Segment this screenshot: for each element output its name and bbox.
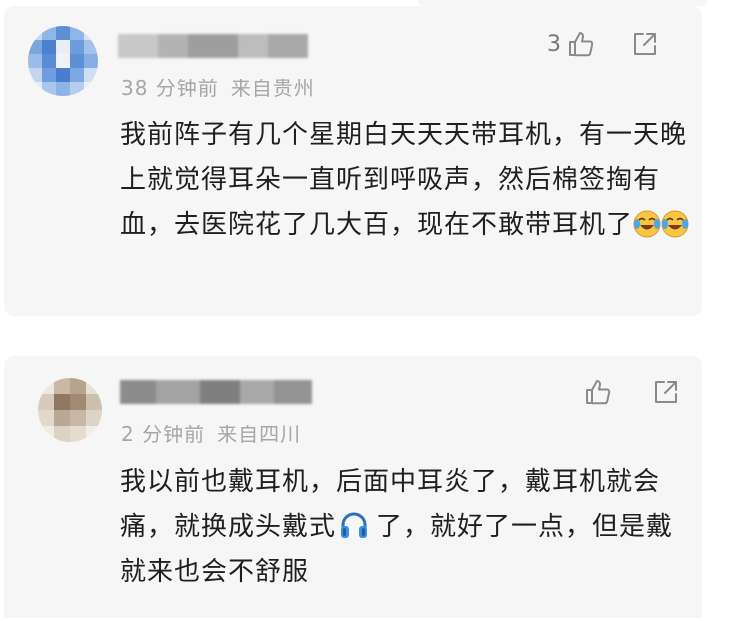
- comment-actions: 3: [547, 30, 659, 58]
- like-count: 3: [547, 31, 561, 57]
- comment-card: 38 分钟前 来自贵州 3 我前阵子有几个星期白天天天带耳机，有一天晚上就觉得耳朵…: [4, 6, 702, 316]
- comment-card: 2 分钟前来自四川 我以前也戴耳机，后面中耳炎了，戴耳机就会痛，就换成头戴式: [4, 356, 702, 618]
- comment-text: 我前阵子有几个星期白天天天带耳机，有一天晚上就觉得耳朵一直听到呼吸声，然后棉签掏…: [120, 113, 690, 248]
- comment-time: 2 分钟前: [121, 422, 206, 446]
- comment-time: 38 分钟前: [121, 76, 219, 100]
- share-icon[interactable]: [652, 378, 680, 406]
- comment-location: 来自四川: [217, 422, 302, 446]
- avatar[interactable]: [28, 26, 98, 96]
- thumbs-up-icon[interactable]: [567, 30, 595, 58]
- comment-location: 来自贵州: [230, 76, 315, 100]
- username-redacted[interactable]: [118, 34, 308, 58]
- thumbs-up-icon[interactable]: [584, 378, 612, 406]
- headphone-emoji-icon: [338, 509, 370, 541]
- avatar[interactable]: [38, 378, 102, 442]
- comment-meta: 2 分钟前 来自四川: [121, 418, 302, 447]
- comment-text-content: 我前阵子有几个星期白天天天带耳机，有一天晚上就觉得耳朵一直听到呼吸声，然后棉签掏…: [120, 120, 688, 240]
- crying-laughing-emoji-icon: [661, 208, 689, 238]
- username-redacted[interactable]: [120, 380, 312, 404]
- crying-laughing-emoji-icon: [633, 208, 661, 238]
- comment-meta: 38 分钟前 来自贵州: [121, 72, 315, 101]
- share-icon[interactable]: [631, 30, 659, 58]
- comment-text: 我以前也戴耳机，后面中耳炎了，戴耳机就会痛，就换成头戴式 了，就好了一点，但是戴…: [120, 460, 690, 595]
- comment-actions: [578, 378, 680, 406]
